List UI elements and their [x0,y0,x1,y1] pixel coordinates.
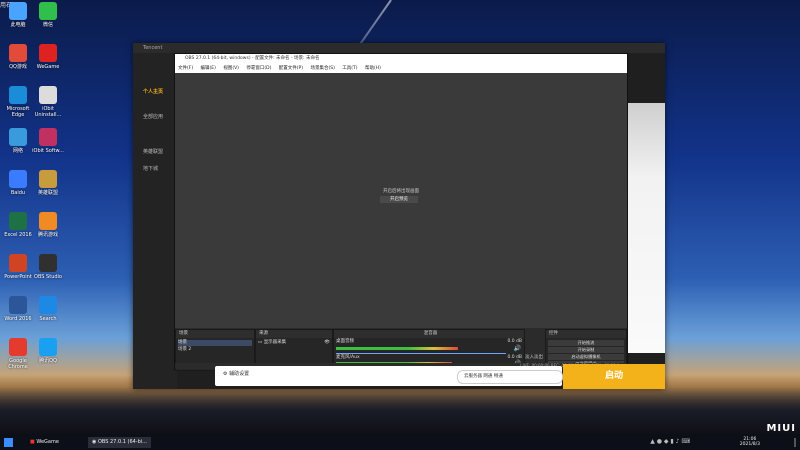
desktop-icon-label: 英雄联盟 [37,190,58,196]
start-recording-button[interactable]: 开始录制 [548,347,624,353]
app-icon [39,86,57,104]
app-icon [9,212,27,230]
sidebar-item-home[interactable]: 个人主页 [143,88,163,95]
tencent-titlebar: Tencent [133,43,665,53]
desktop-icon-label: iObit Softw... [32,148,64,154]
volume-meter [336,347,458,350]
taskbar: ■ WeGame ◉ OBS 27.0.1 (64-bi... ▲ ● ◆ ▮ … [0,435,800,450]
desktop-icon[interactable]: 英雄联盟 [30,170,66,196]
obs-menubar: 文件(F) 编辑(E) 视图(V) 停靠窗口(D) 配置文件(P) 场景集合(S… [175,64,627,73]
desktop-icon[interactable]: OBS Studio [30,254,66,280]
promo-text: 用石 [0,2,13,9]
app-icon [9,128,27,146]
sources-header: 来源 [256,330,332,338]
app-icon [9,170,27,188]
launcher-right-panel [625,103,665,353]
app-icon [39,128,57,146]
desktop-icon[interactable]: iObit Uninstall... [30,86,66,118]
app-icon [9,2,27,20]
menu-tools[interactable]: 工具(T) [342,66,357,71]
taskbar-clock[interactable]: 21:06 2021/8/3 [740,437,760,447]
app-icon [9,338,27,356]
aux-settings-label: 辅助设置 [229,371,250,377]
source-item[interactable]: ▭ 显示器采集 👁 [258,340,330,346]
volume-slider[interactable] [336,353,506,354]
desktop-icon[interactable]: 微信 [30,2,66,28]
track-name: 桌面音频 [336,339,354,344]
sidebar-item-dnf[interactable]: 地下城 [143,165,158,172]
source-label: 显示器采集 [263,340,287,345]
taskbar-app-label: WeGame [36,439,59,445]
menu-scene-collection[interactable]: 场景集合(S) [310,66,334,71]
desktop-icon[interactable]: 腾讯QQ [30,338,66,364]
menu-profile[interactable]: 配置文件(P) [279,66,303,71]
menu-docks[interactable]: 停靠窗口(D) [246,66,271,71]
desktop-icon-label: 腾讯游戏 [37,232,58,238]
desktop-icon-label: Search [39,316,57,322]
mixer-track: 麦克风/Aux 0.0 dB [336,355,522,361]
scenes-header: 场景 [176,330,254,338]
controls-header: 控件 [546,330,626,338]
start-streaming-button[interactable]: 开始推流 [548,340,624,346]
desktop-icon[interactable]: iObit Softw... [30,128,66,154]
aux-settings-button[interactable]: ⚙ 辅助设置 [223,370,249,377]
obs-preview[interactable]: 开启后将出现画面 开启预览 [175,73,627,328]
app-icon [39,338,57,356]
desktop-icon-label: WeGame [36,64,60,70]
scene-item[interactable]: 场景 2 [178,347,252,353]
obs-window: OBS 27.0.1 (64-bit, windows) - 配置文件: 未命名… [174,53,628,371]
app-icon [39,212,57,230]
clock-date: 2021/8/3 [739,442,760,447]
desktop-icon[interactable]: Search [30,296,66,322]
mixer-header: 混音器 [334,330,524,338]
app-icon [9,254,27,272]
preview-message: 开启后将出现画面 [383,189,419,194]
obs-titlebar: OBS 27.0.1 (64-bit, windows) - 配置文件: 未命名… [175,54,627,64]
windows-start-icon[interactable] [4,438,13,447]
mixer-track: 桌面音频 0.0 dB [336,339,522,345]
desktop-icon-label: iObit Uninstall... [34,106,62,118]
app-icon [39,170,57,188]
enable-preview-button[interactable]: 开启预览 [380,196,418,203]
desktop-icon-label: 腾讯QQ [39,358,57,364]
menu-help[interactable]: 帮助(H) [365,66,381,71]
server-select[interactable]: 云服务器 网通 畅通 [457,370,563,384]
start-virtual-camera-button[interactable]: 启动虚拟摄像机 [548,354,624,360]
app-icon [9,44,27,62]
app-icon [9,86,27,104]
sidebar-item-lol[interactable]: 英雄联盟 [143,148,163,155]
desktop-icon[interactable]: WeGame [30,44,66,70]
app-icon [39,296,57,314]
menu-view[interactable]: 视图(V) [223,66,239,71]
taskbar-app-wegame[interactable]: ■ WeGame [26,437,63,448]
launch-game-button[interactable]: 启动 [563,364,665,389]
desktop-icon-label: 微信 [42,22,53,28]
menu-file[interactable]: 文件(F) [178,66,193,71]
miui-watermark: MIUI [766,423,796,434]
taskbar-app-obs[interactable]: ◉ OBS 27.0.1 (64-bi... [88,437,151,448]
menu-edit[interactable]: 编辑(E) [201,66,216,71]
app-icon [39,44,57,62]
launcher-bottom-bar: ⚙ 辅助设置 云服务器 网通 畅通 [215,366,563,386]
show-desktop-button[interactable] [794,438,796,447]
system-tray[interactable]: ▲ ● ◆ ▮ ♪ ⌨ [650,438,690,445]
desktop-icon-label: OBS Studio [34,274,62,280]
taskbar-app-label: OBS 27.0.1 (64-bi... [97,439,147,445]
scene-item[interactable]: 场景 [178,340,252,346]
obs-title: OBS 27.0.1 (64-bit, windows) - 配置文件: 未命名… [185,56,320,61]
sidebar-item-all-apps[interactable]: 全部应用 [143,113,163,120]
desktop-icon[interactable]: 腾讯游戏 [30,212,66,238]
app-icon [9,296,27,314]
transition-fade-label: 淡入淡出 [525,355,543,360]
app-icon [39,2,57,20]
speaker-icon[interactable]: 🔊 [514,345,521,352]
tencent-sidebar: 个人主页 全部应用 英雄联盟 地下城 [133,53,177,389]
app-icon [39,254,57,272]
track-name: 麦克风/Aux [336,355,360,360]
visibility-eye-icon[interactable]: 👁 [324,340,330,346]
